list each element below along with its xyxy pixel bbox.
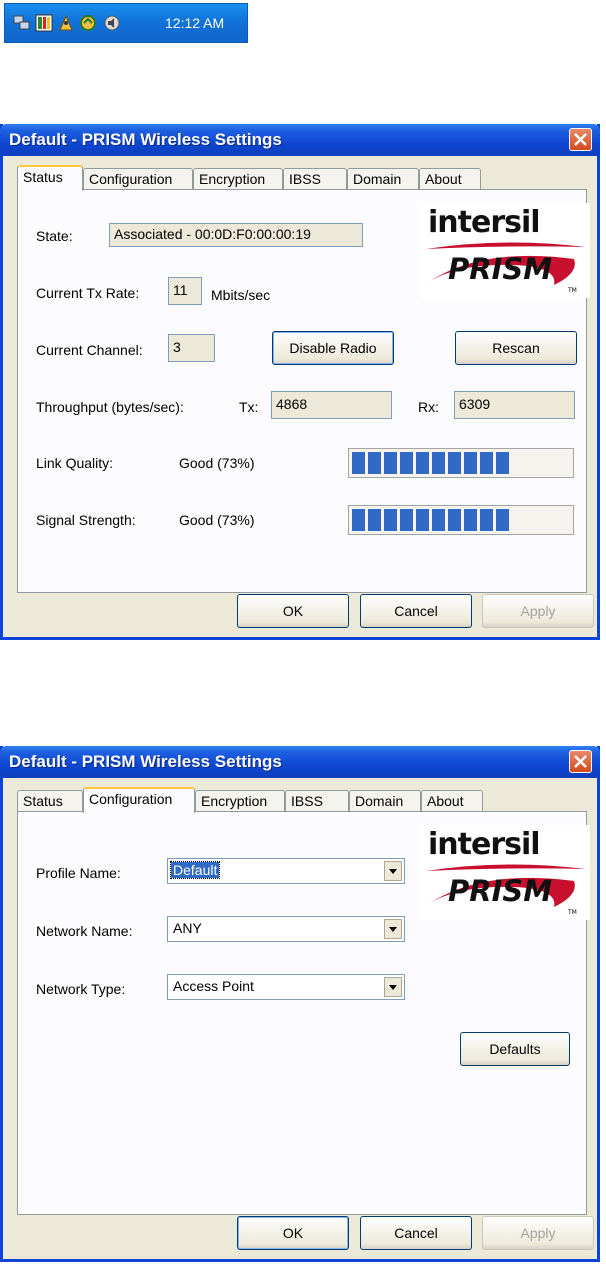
- update-icon[interactable]: [79, 14, 97, 32]
- tab-domain[interactable]: Domain: [347, 168, 419, 190]
- tab-status[interactable]: Status: [17, 165, 83, 191]
- window-title: Default - PRISM Wireless Settings: [9, 130, 282, 149]
- tab-about[interactable]: About: [419, 168, 481, 190]
- monitor-icon[interactable]: [35, 14, 53, 32]
- taskbar-tray: 12:12 AM: [4, 3, 248, 43]
- tx-field: 4868: [271, 391, 392, 419]
- settings-window-status: Default - PRISM Wireless Settings Status…: [0, 124, 600, 640]
- title-bar[interactable]: Default - PRISM Wireless Settings: [0, 746, 600, 778]
- network-name-value: ANY: [173, 920, 202, 936]
- tab-ibss[interactable]: IBSS: [285, 790, 349, 812]
- clock-time[interactable]: 12:12 AM: [165, 15, 224, 31]
- chevron-down-icon[interactable]: [384, 861, 402, 881]
- profile-name-value: Default: [169, 861, 221, 879]
- tab-about[interactable]: About: [421, 790, 483, 812]
- throughput-label: Throughput (bytes/sec):: [36, 399, 184, 415]
- logo-text-intersil: intersil: [428, 827, 541, 862]
- link-quality-label: Link Quality:: [36, 455, 114, 471]
- cancel-button[interactable]: Cancel: [360, 594, 472, 628]
- ok-button[interactable]: OK: [237, 594, 349, 628]
- signal-strength-label: Signal Strength:: [36, 512, 136, 528]
- tab-configuration[interactable]: Configuration: [83, 168, 193, 190]
- cancel-button[interactable]: Cancel: [360, 1216, 472, 1250]
- tab-ibss[interactable]: IBSS: [283, 168, 347, 190]
- chevron-down-icon[interactable]: [384, 919, 402, 939]
- tab-status[interactable]: Status: [17, 790, 83, 812]
- network-icon[interactable]: [13, 14, 31, 32]
- link-quality-bar: [348, 448, 574, 478]
- close-button[interactable]: [569, 750, 592, 773]
- tab-encryption[interactable]: Encryption: [195, 790, 285, 812]
- signal-strength-bar-fill: [352, 509, 511, 531]
- channel-label: Current Channel:: [36, 342, 143, 358]
- status-panel: intersil PRISM TM State: Associated - 00…: [17, 189, 590, 593]
- logo-tm: TM: [568, 909, 577, 916]
- close-icon: [574, 755, 587, 768]
- tx-rate-label: Current Tx Rate:: [36, 285, 140, 301]
- network-type-select[interactable]: Access Point: [167, 974, 405, 1000]
- network-type-value: Access Point: [173, 978, 254, 994]
- logo-text-prism: PRISM: [448, 874, 553, 908]
- rx-label: Rx:: [418, 399, 439, 415]
- tab-domain[interactable]: Domain: [349, 790, 421, 812]
- signal-strength-bar: [348, 505, 574, 535]
- intersil-prism-logo: intersil PRISM TM: [420, 825, 590, 920]
- close-button[interactable]: [569, 128, 592, 151]
- close-icon: [574, 133, 587, 146]
- rx-field: 6309: [454, 391, 575, 419]
- volume-icon[interactable]: [103, 14, 121, 32]
- logo-text-intersil: intersil: [428, 205, 541, 240]
- signal-strength-value: Good (73%): [179, 512, 255, 528]
- tab-encryption[interactable]: Encryption: [193, 168, 283, 190]
- tx-rate-field: 11: [168, 277, 202, 305]
- link-quality-bar-fill: [352, 452, 511, 474]
- ok-button[interactable]: OK: [237, 1216, 349, 1250]
- apply-button[interactable]: Apply: [482, 1216, 594, 1250]
- defaults-button[interactable]: Defaults: [460, 1032, 570, 1066]
- profile-name-select[interactable]: Default: [167, 858, 405, 884]
- tx-label: Tx:: [239, 399, 259, 415]
- wireless-icon[interactable]: [57, 14, 75, 32]
- title-bar[interactable]: Default - PRISM Wireless Settings: [0, 124, 600, 156]
- state-label: State:: [36, 228, 73, 244]
- network-name-label: Network Name:: [36, 923, 133, 939]
- disable-radio-button[interactable]: Disable Radio: [272, 331, 394, 365]
- logo-text-prism: PRISM: [448, 252, 553, 286]
- state-field: Associated - 00:0D:F0:00:00:19: [109, 223, 363, 247]
- window-title: Default - PRISM Wireless Settings: [9, 752, 282, 771]
- settings-window-configuration: Default - PRISM Wireless Settings Status…: [0, 746, 600, 1262]
- network-name-select[interactable]: ANY: [167, 916, 405, 942]
- rescan-button[interactable]: Rescan: [455, 331, 577, 365]
- profile-name-label: Profile Name:: [36, 865, 121, 881]
- chevron-down-icon[interactable]: [384, 977, 402, 997]
- network-type-label: Network Type:: [36, 981, 126, 997]
- tab-configuration[interactable]: Configuration: [83, 787, 195, 813]
- logo-tm: TM: [568, 287, 577, 294]
- tx-rate-unit: Mbits/sec: [211, 287, 271, 303]
- link-quality-value: Good (73%): [179, 455, 255, 471]
- configuration-panel: intersil PRISM TM Profile Name: Default …: [17, 811, 590, 1215]
- channel-field: 3: [168, 334, 215, 362]
- apply-button[interactable]: Apply: [482, 594, 594, 628]
- intersil-prism-logo: intersil PRISM TM: [420, 203, 590, 298]
